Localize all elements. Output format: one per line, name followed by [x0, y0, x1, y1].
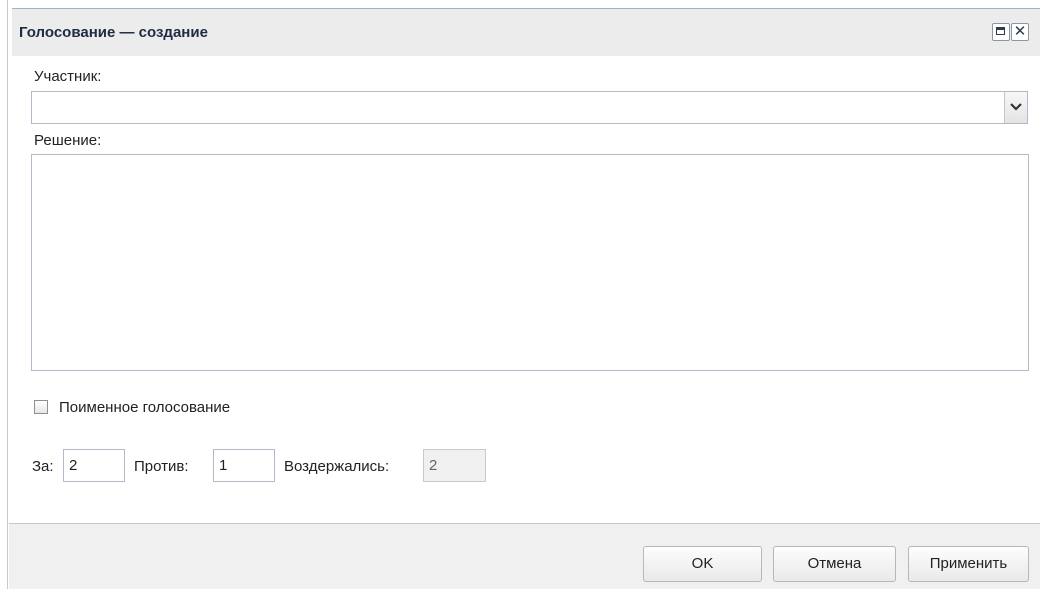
abstained-input [423, 449, 486, 482]
abstained-label: Воздержались: [284, 458, 390, 475]
cancel-button[interactable]: Отмена [773, 546, 896, 582]
rollcall-checkbox[interactable] [34, 400, 48, 414]
participant-label: Участник: [34, 68, 102, 85]
decision-textarea[interactable] [31, 154, 1029, 371]
apply-button[interactable]: Применить [908, 546, 1029, 582]
against-input[interactable] [213, 449, 275, 482]
participant-combobox[interactable] [31, 91, 1028, 124]
participant-input[interactable] [32, 92, 1002, 123]
chevron-down-icon [1010, 103, 1022, 111]
for-label: За: [32, 458, 54, 475]
maximize-icon[interactable] [992, 23, 1010, 41]
dialog-title: Голосование — создание [19, 24, 208, 41]
rollcall-label[interactable]: Поименное голосование [59, 399, 230, 416]
dialog-titlebar[interactable]: Голосование — создание ✕ [9, 9, 1040, 57]
against-label: Против: [134, 458, 189, 475]
for-input[interactable] [63, 449, 125, 482]
ok-button[interactable]: OK [643, 546, 762, 582]
decision-label: Решение: [34, 132, 102, 149]
participant-dropdown-button[interactable] [1004, 92, 1027, 123]
close-icon[interactable]: ✕ [1011, 23, 1029, 41]
background-edge [0, 0, 12, 589]
